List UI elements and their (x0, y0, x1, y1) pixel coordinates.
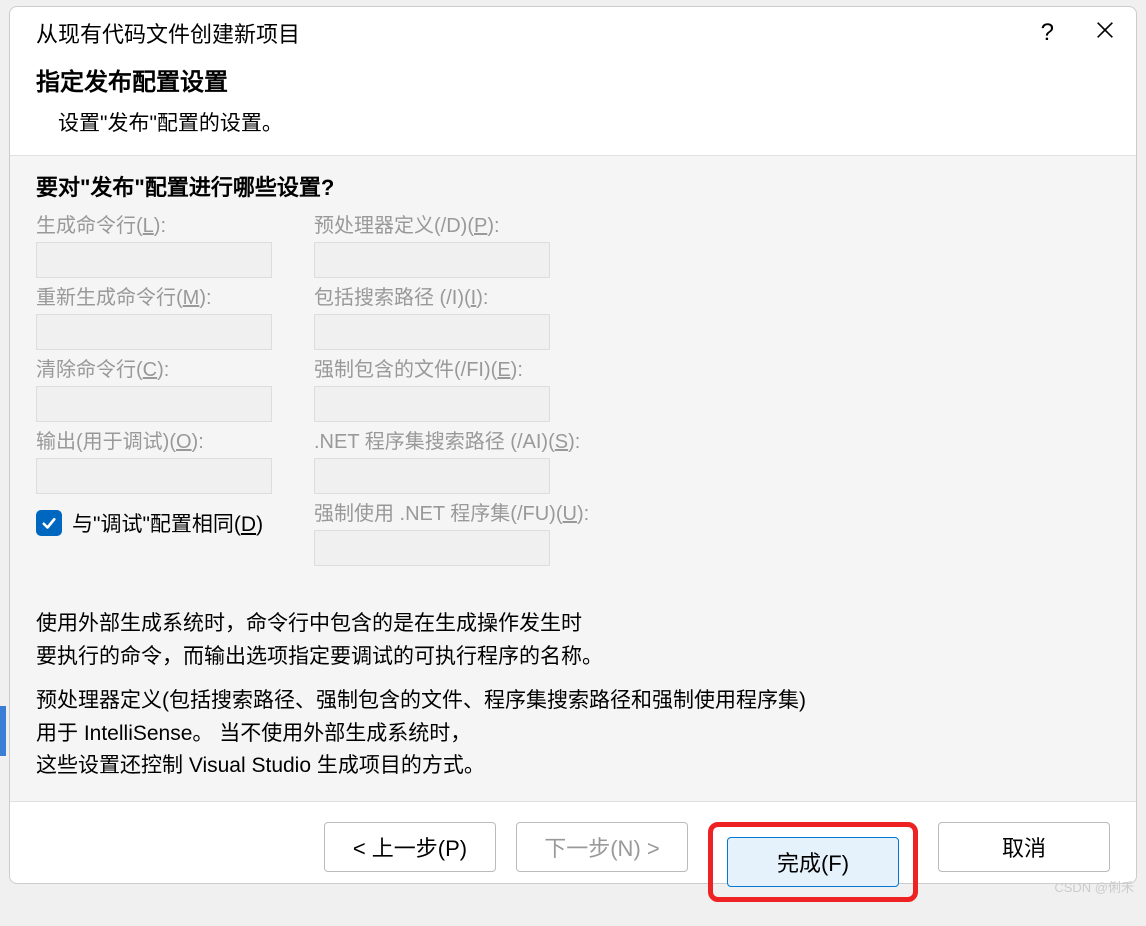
button-bar: < 上一步(P) 下一步(N) > 完成(F) 取消 (10, 802, 1136, 926)
build-cmd-input[interactable] (36, 242, 272, 278)
clean-cmd-label: 清除命令行(C): (36, 356, 306, 384)
same-as-debug-checkbox[interactable] (36, 510, 62, 536)
close-icon[interactable] (1094, 19, 1116, 48)
preproc-label: 预处理器定义(/D)(P): (314, 212, 674, 240)
output-field: 输出(用于调试)(O): (36, 428, 306, 494)
back-button[interactable]: < 上一步(P) (324, 822, 496, 872)
rebuild-cmd-label: 重新生成命令行(M): (36, 284, 306, 312)
page-title: 指定发布配置设置 (36, 65, 1110, 101)
build-cmd-label: 生成命令行(L): (36, 212, 306, 240)
net-search-field: .NET 程序集搜索路径 (/AI)(S): (314, 428, 674, 494)
force-include-input[interactable] (314, 386, 550, 422)
dialog-title: 从现有代码文件创建新项目 (36, 17, 300, 49)
help-line-4: 用于 IntelliSense。 当不使用外部生成系统时， (36, 718, 1110, 751)
preproc-input[interactable] (314, 242, 550, 278)
net-force-label: 强制使用 .NET 程序集(/FU)(U): (314, 500, 674, 528)
watermark: CSDN @俐禾 (1054, 877, 1134, 896)
rebuild-cmd-input[interactable] (36, 314, 272, 350)
preproc-field: 预处理器定义(/D)(P): (314, 212, 674, 278)
same-as-debug-row[interactable]: 与"调试"配置相同(D) (36, 508, 306, 538)
page-subtitle: 设置"发布"配置的设置。 (36, 107, 1110, 137)
finish-highlight: 完成(F) (708, 822, 918, 902)
form-grid: 生成命令行(L): 预处理器定义(/D)(P): 重新生成命令行(M): 包括搜… (36, 212, 1110, 572)
title-bar: 从现有代码文件创建新项目 ? (10, 7, 1136, 55)
same-as-debug-field: 与"调试"配置相同(D) (36, 500, 306, 566)
include-path-input[interactable] (314, 314, 550, 350)
build-cmd-field: 生成命令行(L): (36, 212, 306, 278)
force-include-label: 强制包含的文件(/FI)(E): (314, 356, 674, 384)
include-path-label: 包括搜索路径 (/I)(I): (314, 284, 674, 312)
wizard-dialog: 从现有代码文件创建新项目 ? 指定发布配置设置 设置"发布"配置的设置。 要对"… (9, 6, 1137, 884)
force-include-field: 强制包含的文件(/FI)(E): (314, 356, 674, 422)
net-force-input[interactable] (314, 530, 550, 566)
help-line-2: 要执行的命令，而输出选项指定要调试的可执行程序的名称。 (36, 641, 1110, 674)
help-text: 使用外部生成系统时，命令行中包含的是在生成操作发生时 要执行的命令，而输出选项指… (36, 608, 1110, 783)
header-section: 指定发布配置设置 设置"发布"配置的设置。 (10, 55, 1136, 155)
output-label: 输出(用于调试)(O): (36, 428, 306, 456)
content-section: 要对"发布"配置进行哪些设置? 生成命令行(L): 预处理器定义(/D)(P):… (10, 155, 1136, 802)
help-line-3: 预处理器定义(包括搜索路径、强制包含的文件、程序集搜索路径和强制使用程序集) (36, 685, 1110, 718)
net-force-field: 强制使用 .NET 程序集(/FU)(U): (314, 500, 674, 566)
help-line-5: 这些设置还控制 Visual Studio 生成项目的方式。 (36, 750, 1110, 783)
help-icon[interactable]: ? (1041, 19, 1054, 47)
help-line-1: 使用外部生成系统时，命令行中包含的是在生成操作发生时 (36, 608, 1110, 641)
output-input[interactable] (36, 458, 272, 494)
net-search-input[interactable] (314, 458, 550, 494)
question-label: 要对"发布"配置进行哪些设置? (36, 170, 1110, 202)
rebuild-cmd-field: 重新生成命令行(M): (36, 284, 306, 350)
next-button[interactable]: 下一步(N) > (516, 822, 688, 872)
left-edge-decoration (0, 706, 6, 756)
clean-cmd-input[interactable] (36, 386, 272, 422)
clean-cmd-field: 清除命令行(C): (36, 356, 306, 422)
same-as-debug-label: 与"调试"配置相同(D) (72, 508, 263, 538)
title-bar-controls: ? (1041, 19, 1116, 48)
cancel-button[interactable]: 取消 (938, 822, 1110, 872)
include-path-field: 包括搜索路径 (/I)(I): (314, 284, 674, 350)
finish-button[interactable]: 完成(F) (727, 837, 899, 887)
net-search-label: .NET 程序集搜索路径 (/AI)(S): (314, 428, 674, 456)
